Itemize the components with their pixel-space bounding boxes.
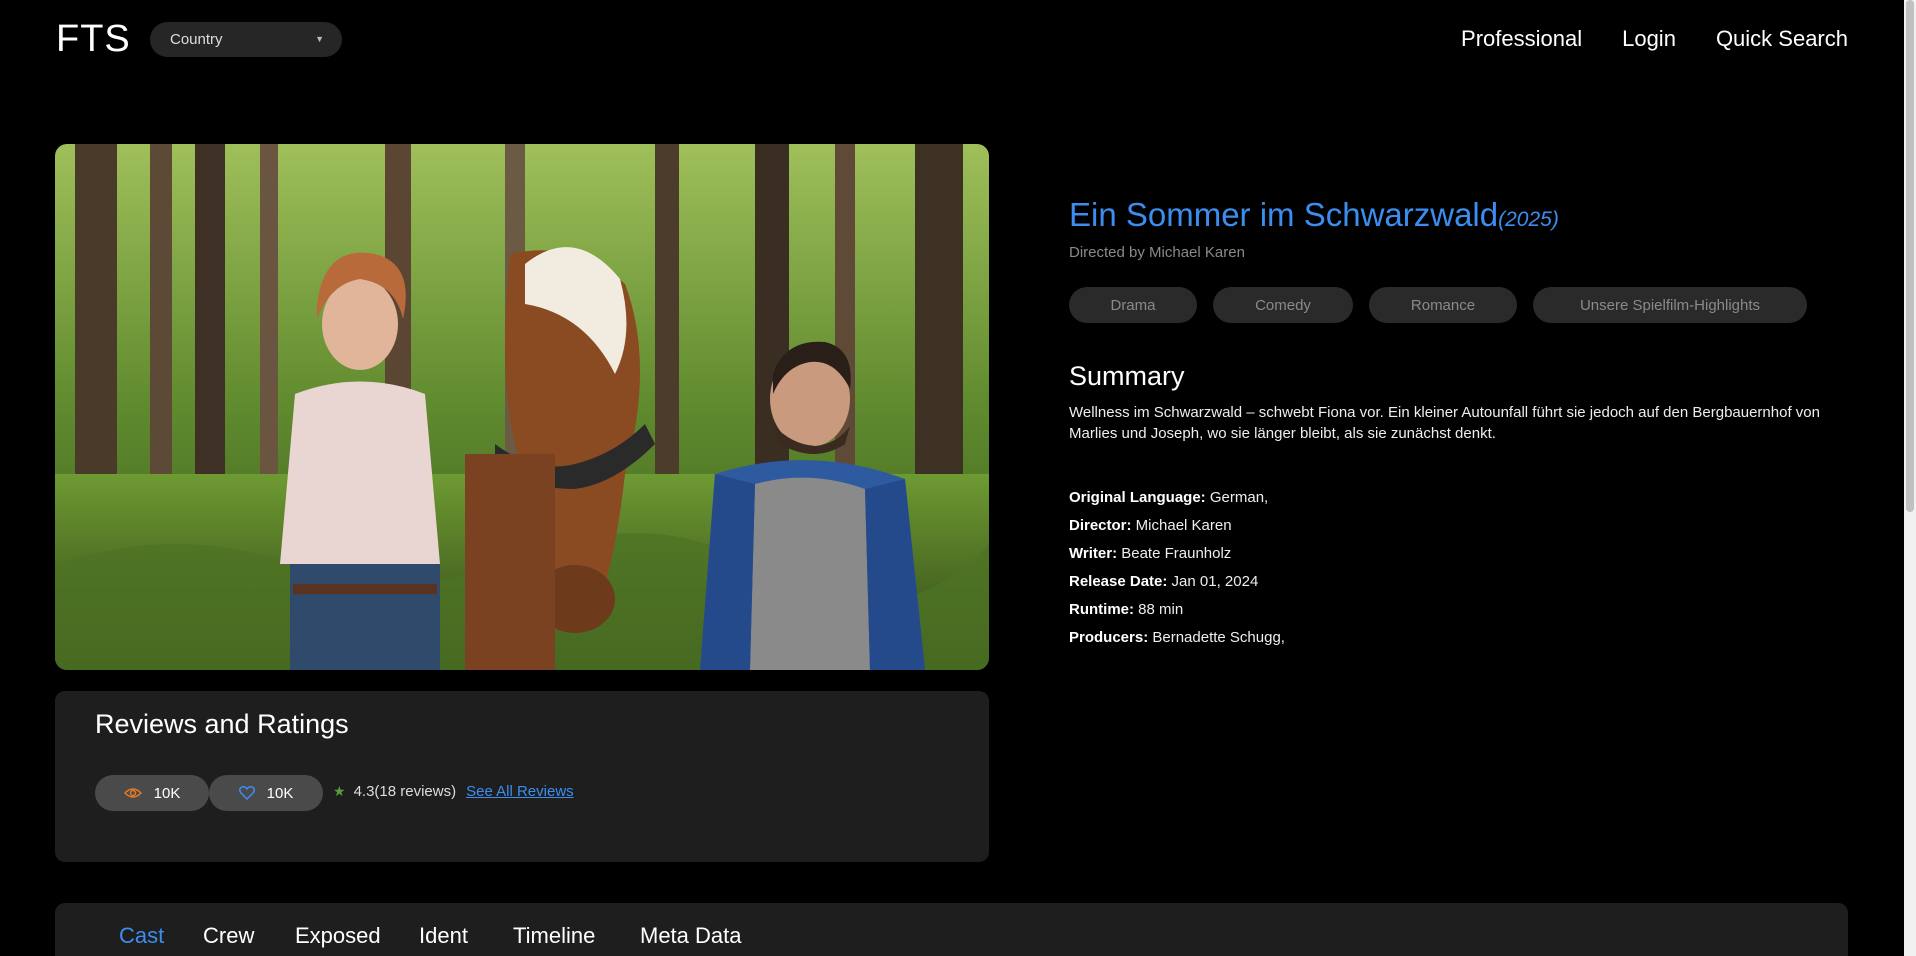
summary-heading: Summary	[1069, 361, 1185, 391]
likes-button[interactable]: 10K	[209, 775, 323, 811]
rating-summary: ★ 4.3(18 reviews) See All Reviews	[333, 783, 574, 800]
tab-timeline[interactable]: Timeline	[513, 923, 595, 949]
fact-label: Director:	[1069, 517, 1132, 534]
eye-icon	[123, 788, 142, 798]
film-year: (2025)	[1498, 208, 1559, 231]
fact-release-date: Release Date: Jan 01, 2024	[1069, 568, 1869, 596]
site-logo[interactable]: FTS	[56, 18, 131, 61]
views-button[interactable]: 10K	[95, 775, 209, 811]
heart-icon	[238, 786, 255, 800]
film-details: Ein Sommer im Schwarzwald (2025) Directe…	[1069, 196, 1869, 652]
nav-professional[interactable]: Professional	[1461, 26, 1582, 52]
nav-quick-search[interactable]: Quick Search	[1716, 26, 1848, 52]
tab-cast[interactable]: Cast	[119, 923, 164, 949]
fact-writer: Writer: Beate Fraunholz	[1069, 540, 1869, 568]
see-all-reviews-link[interactable]: See All Reviews	[466, 783, 574, 800]
fact-value: Bernadette Schugg,	[1148, 629, 1285, 646]
genre-tag[interactable]: Comedy	[1213, 287, 1353, 323]
fact-value: Michael Karen	[1131, 517, 1232, 534]
fact-label: Writer:	[1069, 545, 1118, 562]
fact-value: German,	[1205, 489, 1269, 506]
genre-tag[interactable]: Unsere Spielfilm-Highlights	[1533, 287, 1807, 323]
film-facts: Original Language: German, Director: Mic…	[1069, 484, 1869, 652]
nav-login[interactable]: Login	[1622, 26, 1676, 52]
detail-tabs: Cast Crew Exposed Ident Timeline Meta Da…	[55, 903, 1848, 956]
tab-exposed[interactable]: Exposed	[295, 923, 381, 949]
page: FTS Country ▼ Professional Login Quick S…	[0, 0, 1916, 956]
views-count: 10K	[153, 784, 181, 802]
fact-label: Original Language:	[1069, 489, 1206, 506]
genre-tag[interactable]: Romance	[1369, 287, 1517, 323]
country-select[interactable]: Country ▼	[150, 22, 342, 57]
fact-producers: Producers: Bernadette Schugg,	[1069, 624, 1869, 652]
country-select-value: Country	[170, 31, 223, 48]
tab-meta-data[interactable]: Meta Data	[640, 923, 742, 949]
film-still-image	[55, 144, 989, 670]
fact-value: Beate Fraunholz	[1117, 545, 1232, 562]
fact-label: Release Date:	[1069, 573, 1168, 590]
summary-text: Wellness im Schwarzwald – schwebt Fiona …	[1069, 404, 1820, 442]
scrollbar-thumb[interactable]	[1906, 0, 1914, 512]
fact-label: Runtime:	[1069, 601, 1134, 618]
chevron-down-icon: ▼	[315, 34, 324, 44]
rating-text: 4.3(18 reviews)	[353, 783, 457, 800]
directed-by: Directed by Michael Karen	[1069, 244, 1245, 261]
fact-runtime: Runtime: 88 min	[1069, 596, 1869, 624]
reviews-heading: Reviews and Ratings	[95, 709, 349, 739]
tab-ident[interactable]: Ident	[419, 923, 468, 949]
reviews-panel: Reviews and Ratings 10K 10K ★ 4.3(18 rev…	[55, 691, 989, 862]
genre-list: Drama Comedy Romance Unsere Spielfilm-Hi…	[1069, 287, 1869, 323]
star-icon: ★	[333, 783, 346, 799]
fact-director: Director: Michael Karen	[1069, 512, 1869, 540]
tab-crew[interactable]: Crew	[203, 923, 254, 949]
film-title: Ein Sommer im Schwarzwald	[1069, 196, 1499, 233]
fact-value: 88 min	[1134, 601, 1184, 618]
top-nav: Professional Login Quick Search	[1461, 26, 1848, 52]
scrollbar-track[interactable]	[1904, 0, 1916, 956]
fact-label: Producers:	[1069, 629, 1149, 646]
fact-original-language: Original Language: German,	[1069, 484, 1869, 512]
likes-count: 10K	[266, 784, 294, 802]
genre-tag[interactable]: Drama	[1069, 287, 1197, 323]
title-row: Ein Sommer im Schwarzwald (2025)	[1069, 196, 1869, 234]
fact-value: Jan 01, 2024	[1167, 573, 1259, 590]
